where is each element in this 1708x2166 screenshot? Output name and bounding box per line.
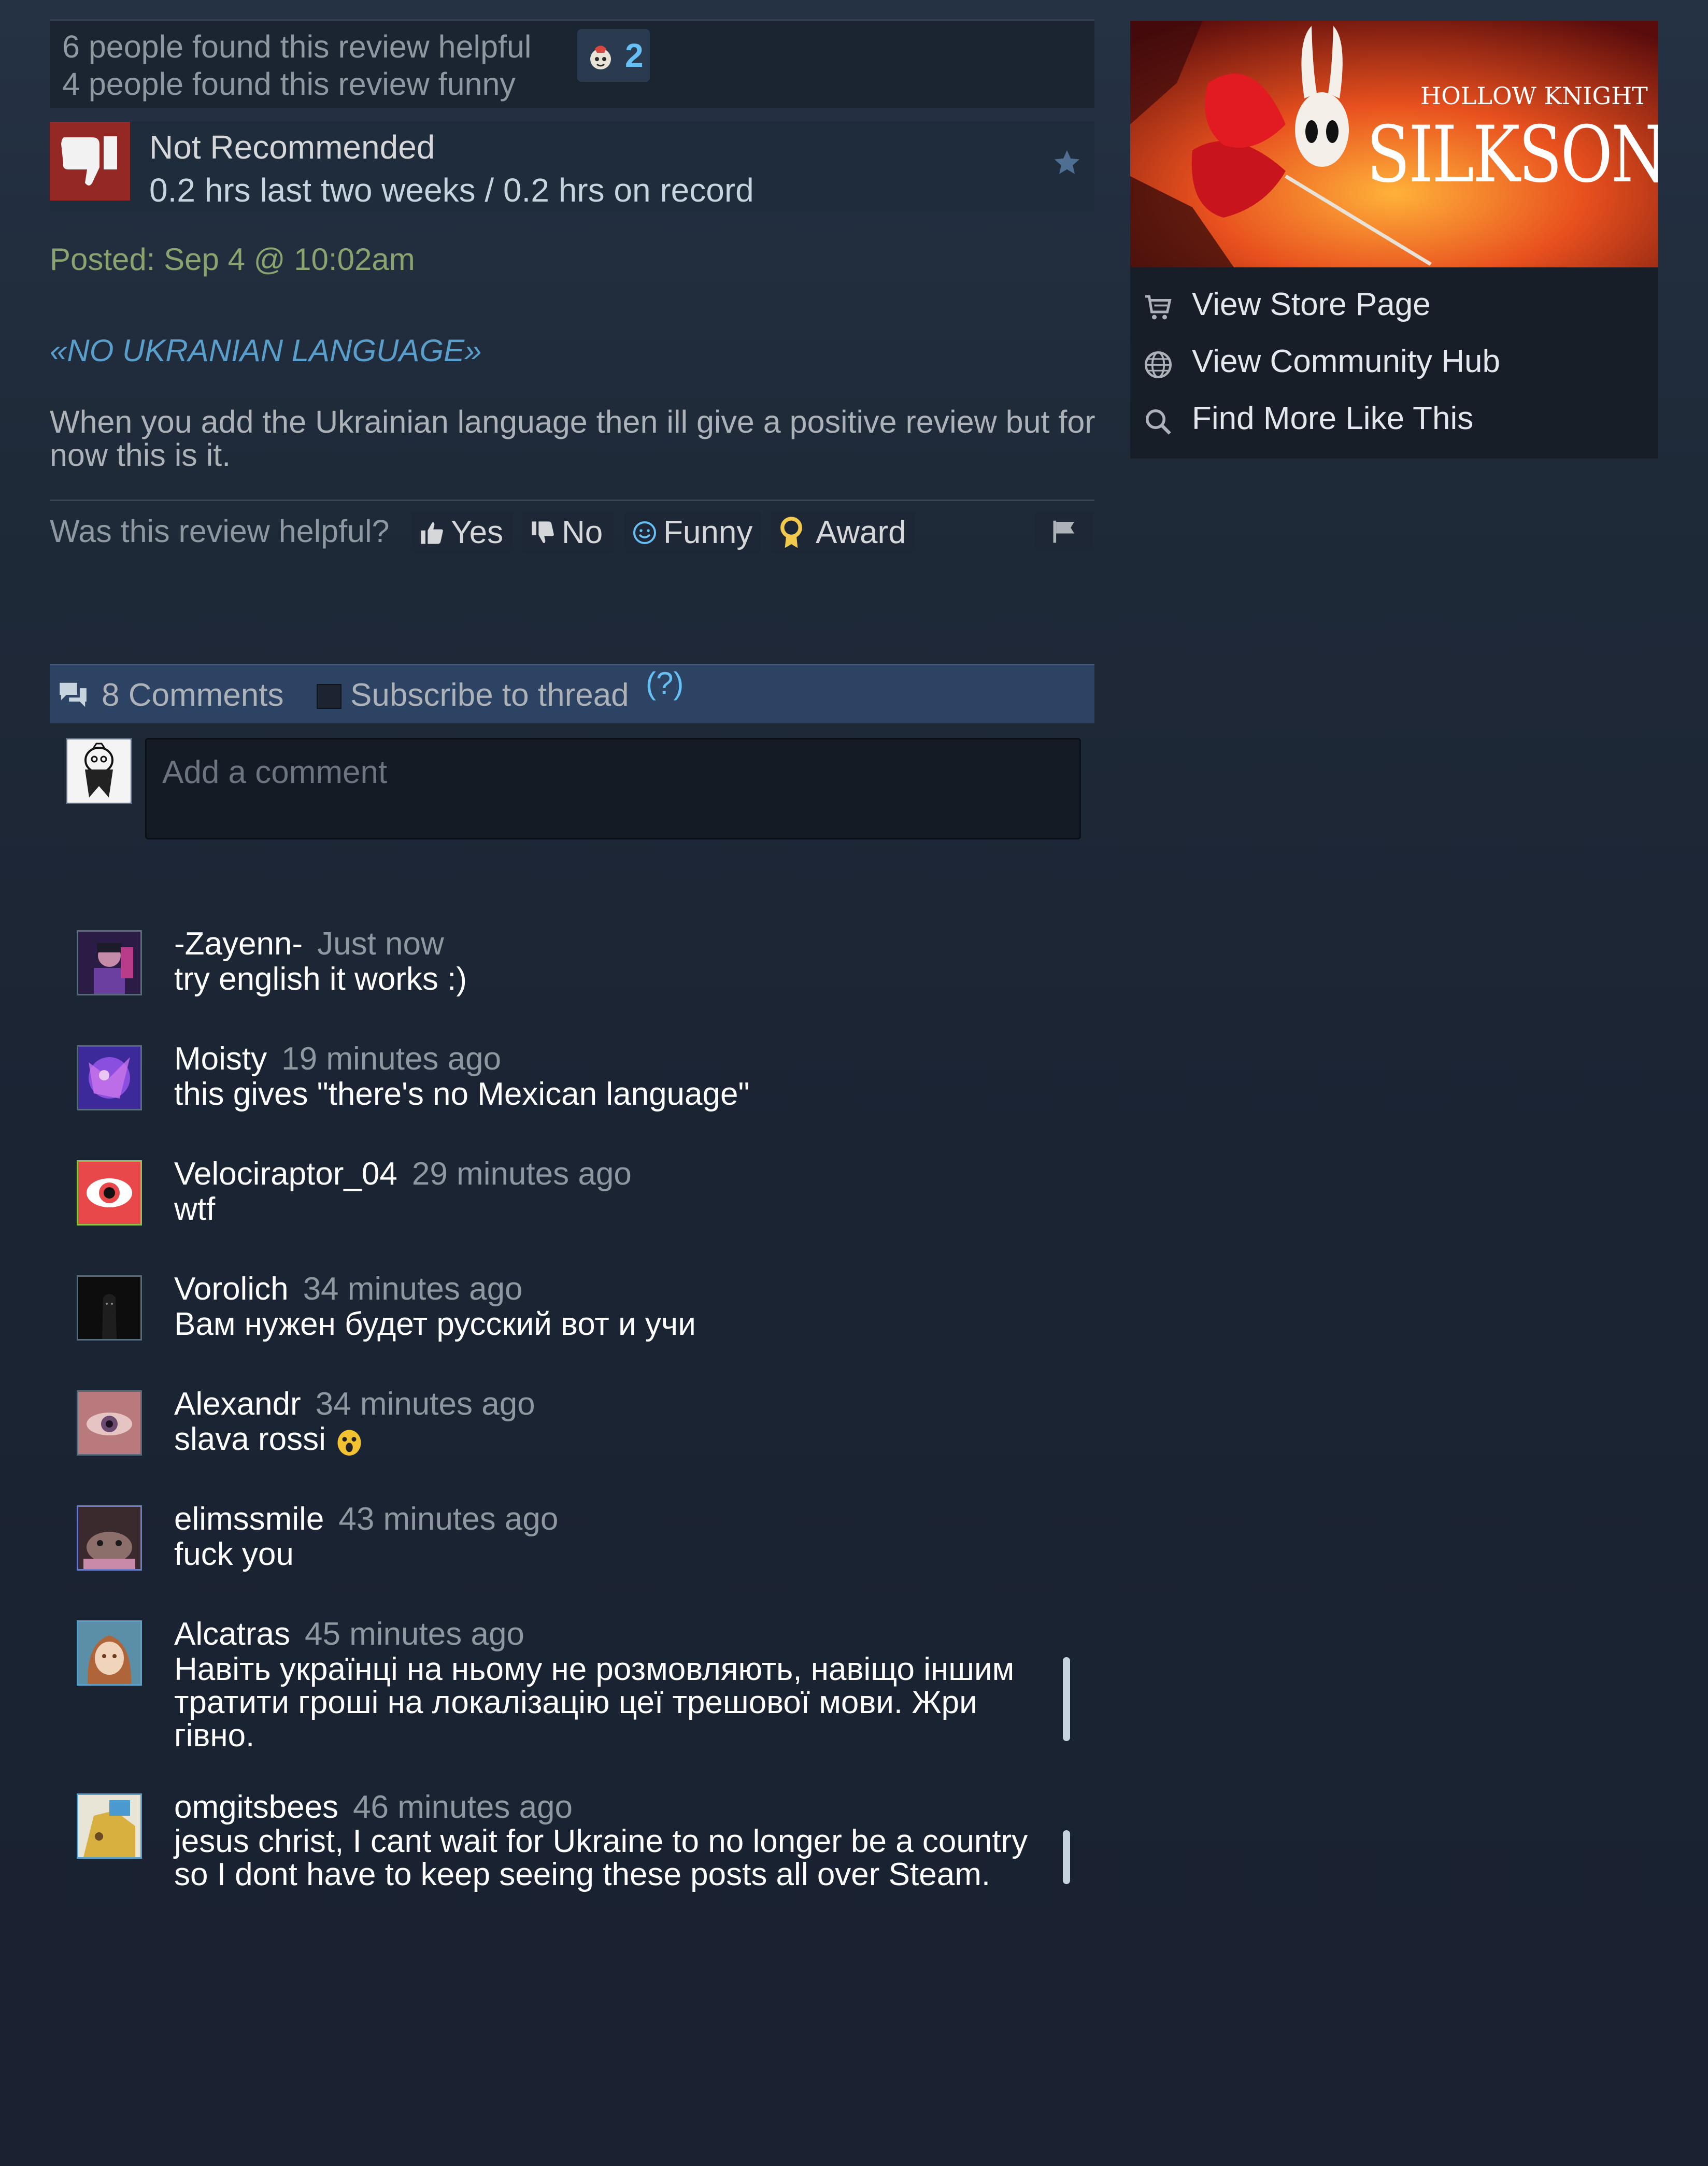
award-ribbon-icon bbox=[778, 516, 804, 549]
commenter-avatar[interactable] bbox=[77, 1275, 142, 1341]
comment-author[interactable]: Alcatras 45 minutes ago bbox=[174, 1616, 524, 1652]
comment-author-name[interactable]: Alexandr bbox=[174, 1386, 301, 1422]
divider bbox=[50, 500, 1094, 501]
review-title: «NO UKRANIAN LANGUAGE» bbox=[50, 333, 482, 368]
view-community-hub-link[interactable]: View Community Hub bbox=[1192, 343, 1500, 380]
subscribe-label[interactable]: Subscribe to thread bbox=[350, 677, 629, 714]
thumbs-down-icon bbox=[50, 122, 130, 201]
comment-text-content: slava rossi bbox=[174, 1421, 326, 1457]
game-banner-image[interactable]: HOLLOW KNIGHT SILKSONG bbox=[1130, 21, 1658, 267]
comment-text: jesus christ, I cant wait for Ukraine to… bbox=[174, 1823, 1028, 1892]
award-label: Award bbox=[816, 515, 906, 550]
recommendation-label: Not Recommended bbox=[149, 129, 435, 166]
commenter-avatar[interactable] bbox=[77, 1160, 142, 1226]
playtime-hours: 0.2 hrs last two weeks / 0.2 hrs on reco… bbox=[149, 172, 754, 209]
commenter-avatar[interactable] bbox=[77, 930, 142, 995]
search-icon bbox=[1143, 406, 1174, 437]
comment-text: try english it works :) bbox=[174, 961, 467, 997]
comment-timestamp: Just now bbox=[317, 926, 444, 962]
commenter-avatar[interactable] bbox=[77, 1390, 142, 1456]
award-count: 2 bbox=[625, 37, 644, 74]
thumbs-up-icon bbox=[419, 520, 446, 545]
comment-author[interactable]: Alexandr 34 minutes ago bbox=[174, 1386, 535, 1422]
comment-author-name[interactable]: Moisty bbox=[174, 1041, 267, 1077]
comment-text: Навіть українці на ньому не розмовляють,… bbox=[174, 1651, 1015, 1754]
commenter-avatar[interactable] bbox=[77, 1045, 142, 1110]
shocked-emoji-icon bbox=[335, 1426, 363, 1457]
comment-text: this gives "there's no Mexican language" bbox=[174, 1076, 750, 1112]
comment-author[interactable]: -Zayenn- Just now bbox=[174, 925, 444, 962]
game-logo-subtitle: HOLLOW KNIGHT bbox=[1420, 82, 1648, 110]
commenter-avatar[interactable] bbox=[77, 1620, 142, 1686]
helpful-question: Was this review helpful? bbox=[50, 514, 390, 549]
star-icon[interactable] bbox=[1052, 148, 1082, 178]
comment-input-placeholder: Add a comment bbox=[162, 754, 388, 790]
comment-author-name[interactable]: -Zayenn- bbox=[174, 926, 303, 962]
comment-author-name[interactable]: Alcatras bbox=[174, 1616, 290, 1652]
comment-text: slava rossi bbox=[174, 1423, 1065, 1457]
comment-input[interactable]: Add a comment bbox=[145, 738, 1081, 839]
comments-icon bbox=[57, 680, 89, 710]
comment-scrollbar[interactable] bbox=[1063, 1830, 1070, 1884]
comment-text: wtf bbox=[174, 1191, 216, 1227]
comment-author[interactable]: Vorolich 34 minutes ago bbox=[174, 1271, 523, 1307]
game-logo-title: SILKSONG bbox=[1367, 110, 1658, 200]
review-stats-box: 6 people found this review helpful 4 peo… bbox=[50, 19, 1094, 108]
comment-timestamp: 29 minutes ago bbox=[411, 1156, 632, 1192]
comment-text: Вам нужен будет русский вот и учи bbox=[174, 1306, 696, 1342]
helpful-count-text: 6 people found this review helpful bbox=[62, 29, 532, 64]
comment-author-name[interactable]: Vorolich bbox=[174, 1271, 289, 1307]
vote-no-label: No bbox=[562, 515, 603, 550]
award-icon bbox=[585, 41, 617, 72]
posted-date: Posted: Sep 4 @ 10:02am bbox=[50, 242, 415, 277]
funny-count-text: 4 people found this review funny bbox=[62, 66, 516, 102]
report-flag-button[interactable] bbox=[1035, 512, 1093, 550]
flag-icon bbox=[1051, 519, 1079, 543]
current-user-avatar[interactable] bbox=[66, 738, 132, 804]
award-badge[interactable]: 2 bbox=[577, 29, 650, 82]
vote-funny-label: Funny bbox=[663, 515, 753, 550]
commenter-avatar[interactable] bbox=[77, 1793, 142, 1859]
comment-author[interactable]: elimssmile 43 minutes ago bbox=[174, 1501, 558, 1537]
subscribe-help-link[interactable]: (?) bbox=[646, 665, 684, 701]
comment-scrollbar[interactable] bbox=[1063, 1657, 1070, 1741]
thumbs-down-small-icon bbox=[530, 520, 557, 545]
find-more-like-this-link[interactable]: Find More Like This bbox=[1192, 400, 1473, 437]
comment-timestamp: 43 minutes ago bbox=[338, 1501, 559, 1537]
cart-icon bbox=[1143, 291, 1174, 322]
comment-timestamp: 45 minutes ago bbox=[304, 1616, 524, 1652]
comment-timestamp: 34 minutes ago bbox=[303, 1271, 523, 1307]
award-button[interactable]: Award bbox=[771, 512, 915, 553]
globe-icon bbox=[1143, 349, 1174, 380]
comment-timestamp: 34 minutes ago bbox=[315, 1386, 535, 1422]
vote-no-button[interactable]: No bbox=[522, 512, 614, 553]
comment-timestamp: 19 minutes ago bbox=[281, 1041, 502, 1077]
commenter-avatar[interactable] bbox=[77, 1505, 142, 1571]
view-store-page-link[interactable]: View Store Page bbox=[1192, 286, 1431, 323]
vote-yes-button[interactable]: Yes bbox=[411, 512, 513, 553]
comment-author[interactable]: Moisty 19 minutes ago bbox=[174, 1041, 501, 1077]
subscribe-checkbox[interactable] bbox=[317, 684, 341, 709]
comments-header: 8 Comments Subscribe to thread (?) bbox=[50, 664, 1094, 723]
vote-yes-label: Yes bbox=[451, 515, 504, 550]
review-body: When you add the Ukrainian language then… bbox=[50, 404, 1095, 473]
comment-author[interactable]: omgitsbees 46 minutes ago bbox=[174, 1789, 573, 1826]
comment-count: 8 Comments bbox=[102, 677, 284, 713]
vote-funny-button[interactable]: Funny bbox=[625, 512, 761, 553]
comment-author-name[interactable]: elimssmile bbox=[174, 1501, 324, 1537]
comment-author-name[interactable]: omgitsbees bbox=[174, 1789, 338, 1825]
comment-author-name[interactable]: Velociraptor_04 bbox=[174, 1156, 397, 1192]
smiley-icon bbox=[632, 520, 657, 545]
comment-timestamp: 46 minutes ago bbox=[353, 1789, 573, 1825]
comment-author[interactable]: Velociraptor_04 29 minutes ago bbox=[174, 1156, 632, 1192]
comment-text: fuck you bbox=[174, 1536, 294, 1572]
